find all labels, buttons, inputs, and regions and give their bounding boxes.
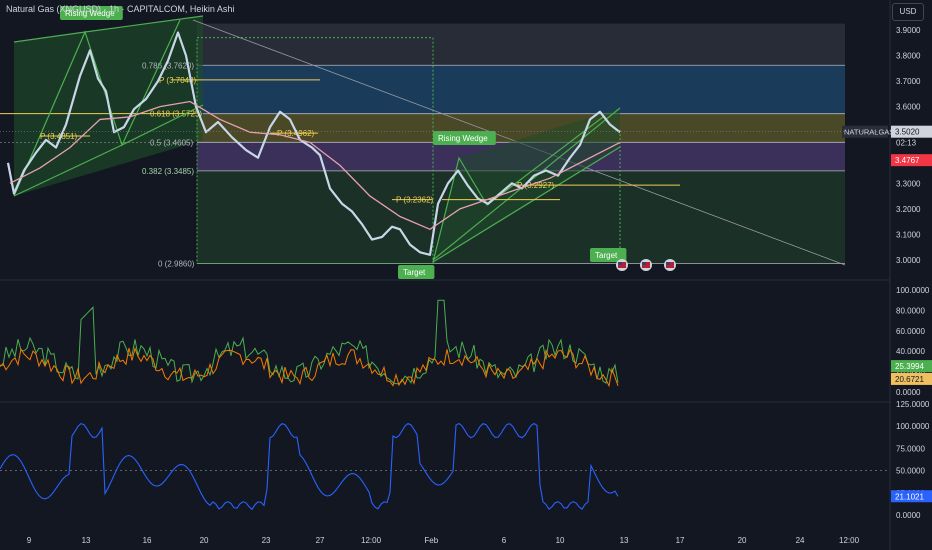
svg-text:25.3994: 25.3994: [895, 362, 924, 371]
osc1-axis-tick: 80.0000: [896, 306, 925, 315]
price-axis-tick: 3.6000: [896, 103, 921, 112]
svg-text:Target: Target: [403, 268, 426, 277]
event-flag-icon: [616, 259, 628, 271]
svg-text:20.6721: 20.6721: [895, 375, 924, 384]
currency-button[interactable]: USD: [892, 3, 924, 21]
osc1-green-line: [0, 299, 619, 385]
osc1-axis-tick: 100.0000: [896, 286, 930, 295]
osc1-axis-tick: 60.0000: [896, 327, 925, 336]
price-axis-tick: 3.2000: [896, 205, 921, 214]
price-axis-tick: 3.1000: [896, 230, 921, 239]
event-flag-icon: [664, 259, 676, 271]
osc2-axis-tick: 50.0000: [896, 467, 925, 476]
osc2-axis-tick: 100.0000: [896, 422, 930, 431]
price-axis-tick: 3.0000: [896, 256, 921, 265]
event-flag-icon: [640, 259, 652, 271]
time-axis-tick: 9: [27, 536, 32, 545]
svg-text:3.5020: 3.5020: [895, 128, 920, 137]
time-axis-tick: 24: [796, 536, 805, 545]
time-axis-tick: 12:00: [839, 536, 860, 545]
price-axis-tick: 3.9000: [896, 26, 921, 35]
fib-label: 0.5 (3.4605): [150, 138, 193, 147]
time-axis-tick: 12:00: [361, 536, 382, 545]
secondary-price-tag: 3.4767: [891, 154, 932, 167]
price-countdown: 02:13: [896, 139, 917, 148]
osc1-axis-tick: 0.0000: [896, 388, 921, 397]
time-axis-tick: 20: [738, 536, 747, 545]
svg-text:Target: Target: [595, 251, 618, 260]
osc1-orange-value-tag: 20.6721: [891, 372, 932, 385]
time-axis-tick: 10: [556, 536, 565, 545]
osc1-orange-line: [0, 346, 619, 388]
chart-canvas[interactable]: 0.786 (3.7620)0.618 (3.5725)0.5 (3.4605)…: [0, 0, 932, 550]
target-label: Target: [398, 265, 435, 279]
fib-label: 0 (2.9860): [158, 260, 195, 269]
chart-title: Natural Gas (XNGUSD) · 1h · CAPITALCOM, …: [6, 4, 235, 14]
time-axis-tick: Feb: [424, 536, 438, 545]
last-price-tag: 3.5020: [891, 125, 932, 138]
pattern-label-rising-wedge: Rising Wedge: [433, 131, 496, 145]
time-axis-tick: 13: [620, 536, 629, 545]
osc2-axis-tick: 75.0000: [896, 444, 925, 453]
osc2-blue-line: [0, 422, 619, 511]
time-axis-tick: 13: [82, 536, 91, 545]
time-axis-tick: 23: [262, 536, 271, 545]
osc1-green-value-tag: 25.3994: [891, 360, 932, 373]
fib-zone-top: [197, 23, 845, 66]
osc1-axis-tick: 40.0000: [896, 347, 925, 356]
fib-label: 0.382 (3.3485): [142, 167, 194, 176]
osc2-value-tag: 21.1021: [891, 490, 932, 503]
price-axis-tick: 3.7000: [896, 77, 921, 86]
osc2-axis-tick: 0.0000: [896, 511, 921, 520]
svg-text:21.1021: 21.1021: [895, 492, 924, 501]
svg-text:3.4767: 3.4767: [895, 156, 920, 165]
time-axis-tick: 16: [143, 536, 152, 545]
fib-zone-0786: [197, 65, 845, 114]
price-axis-tick: 3.3000: [896, 179, 921, 188]
time-axis-tick: 6: [502, 536, 507, 545]
pivot-label: P (3.2362): [396, 196, 434, 205]
svg-text:Rising Wedge: Rising Wedge: [438, 134, 488, 143]
price-axis-tick: 3.8000: [896, 52, 921, 61]
osc2-axis-tick: 125.0000: [896, 400, 930, 409]
time-axis-tick: 27: [316, 536, 325, 545]
time-axis-tick: 17: [676, 536, 685, 545]
time-axis-tick: 20: [200, 536, 209, 545]
svg-text:NATURALGAS: NATURALGAS: [844, 128, 894, 137]
